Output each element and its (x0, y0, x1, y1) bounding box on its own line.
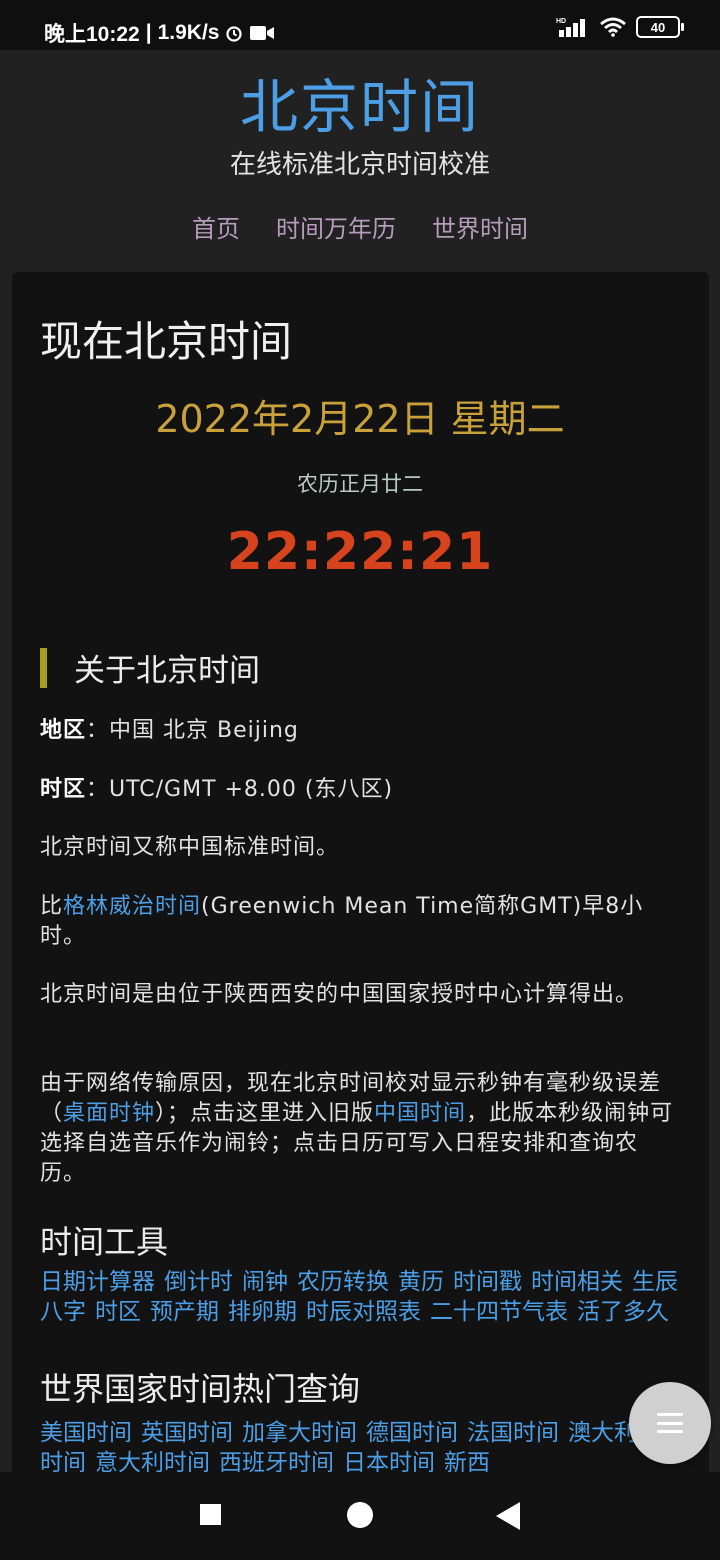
nav-world-time[interactable]: 世界时间 (432, 209, 528, 244)
status-right: HD 40 (556, 16, 684, 38)
site-subtitle: 在线标准北京时间校准 (229, 150, 490, 180)
status-time: 晚上10:22 (44, 23, 140, 46)
nav-home[interactable]: 首页 (192, 209, 240, 244)
top-nav: 首页 时间万年历 世界时间 (0, 209, 720, 244)
country-link[interactable]: 德国时间 (366, 1420, 458, 1446)
status-bar: 晚上10:22 | 1.9K/s HD 40 (0, 0, 720, 50)
battery-level: 40 (650, 19, 666, 35)
system-nav-bar (0, 1472, 720, 1560)
region-label: 地区 (40, 718, 87, 743)
world-time-heading: 世界国家时间热门查询 (40, 1370, 361, 1408)
battery-icon: 40 (636, 16, 684, 38)
tool-link[interactable]: 倒计时 (164, 1269, 233, 1295)
about-heading: 关于北京时间 (74, 653, 260, 689)
country-link[interactable]: 加拿大时间 (242, 1420, 357, 1446)
para-precision-b: ）；点击这里进入旧版 (155, 1101, 375, 1126)
lunar-date: 农历正月廿二 (297, 472, 423, 496)
menu-icon (657, 1413, 683, 1433)
video-camera-icon (250, 26, 275, 40)
tool-link[interactable]: 黄历 (398, 1269, 444, 1295)
recent-apps-button[interactable] (200, 1504, 221, 1525)
time-tools-links: 日期计算器 倒计时 闹钟 农历转换 黄历 时间戳 时间相关 生辰八字 时区 预产期 排卵期 时辰对照表… (40, 1267, 680, 1327)
alarm-icon (226, 26, 243, 42)
country-link[interactable]: 英国时间 (141, 1420, 233, 1446)
page-heading: 现在北京时间 (40, 317, 293, 366)
tool-link[interactable]: 农历转换 (297, 1269, 389, 1295)
gmt-link[interactable]: 格林威治时间 (63, 894, 201, 919)
timezone-value: ：UTC/GMT +8.00 (东八区) (86, 777, 394, 802)
net-speed: 1.9K/s (157, 21, 220, 44)
tool-link[interactable]: 活了多久 (577, 1299, 669, 1325)
para-precision: 由于网络传输原因，现在北京时间校对显示秒钟有毫秒级误差（桌面时钟）；点击这里进入… (40, 1069, 680, 1189)
svg-text:HD: HD (556, 18, 566, 25)
tool-link[interactable]: 时间戳 (453, 1269, 522, 1295)
main-card: 现在北京时间 2022年2月22日 星期二 农历正月廿二 22:22:21 关于… (12, 272, 709, 1482)
current-date: 2022年2月22日 星期二 (155, 397, 565, 441)
tool-link[interactable]: 排卵期 (228, 1299, 297, 1325)
signal-icon: HD (556, 18, 585, 37)
section-accent-bar (40, 648, 47, 688)
region-value: ：中国 北京 Beijing (86, 718, 299, 743)
wifi-icon (600, 17, 626, 37)
tool-link[interactable]: 时辰对照表 (306, 1299, 421, 1325)
world-time-links: 美国时间 英国时间 加拿大时间 德国时间 法国时间 澳大利亚时间 意大利时间 西班牙时间 日本时… (40, 1418, 680, 1478)
status-left: 晚上10:22 | 1.9K/s (44, 18, 275, 48)
para-standard-time: 北京时间又称中国标准时间。 (40, 835, 340, 860)
tool-link[interactable]: 二十四节气表 (430, 1299, 568, 1325)
tool-link[interactable]: 闹钟 (242, 1269, 288, 1295)
timezone-line: 时区：UTC/GMT +8.00 (东八区) (40, 775, 680, 805)
status-divider: | (145, 21, 152, 44)
nav-calendar[interactable]: 时间万年历 (276, 209, 396, 244)
back-button[interactable] (496, 1502, 520, 1530)
time-tools-heading: 时间工具 (40, 1223, 169, 1261)
china-time-link[interactable]: 中国时间 (374, 1101, 466, 1126)
para-gmt-pre: 比 (40, 894, 64, 919)
timezone-label: 时区 (40, 777, 87, 802)
tool-link[interactable]: 时区 (95, 1299, 141, 1325)
tool-link[interactable]: 日期计算器 (40, 1269, 155, 1295)
para-gmt: 比格林威治时间(Greenwich Mean Time简称GMT)早8小时。 (40, 892, 680, 952)
floating-menu-button[interactable] (629, 1382, 711, 1464)
site-title[interactable]: 北京时间 (0, 60, 720, 144)
desktop-clock-link[interactable]: 桌面时钟 (63, 1101, 155, 1126)
tool-link[interactable]: 预产期 (150, 1299, 219, 1325)
para-ntsc: 北京时间是由位于陕西西安的中国国家授时中心计算得出。 (40, 982, 639, 1007)
current-clock: 22:22:21 (226, 522, 494, 582)
home-button[interactable] (347, 1502, 373, 1528)
country-link[interactable]: 美国时间 (40, 1420, 132, 1446)
region-line: 地区：中国 北京 Beijing (40, 716, 680, 746)
tool-link[interactable]: 时间相关 (531, 1269, 623, 1295)
country-link[interactable]: 法国时间 (467, 1420, 559, 1446)
